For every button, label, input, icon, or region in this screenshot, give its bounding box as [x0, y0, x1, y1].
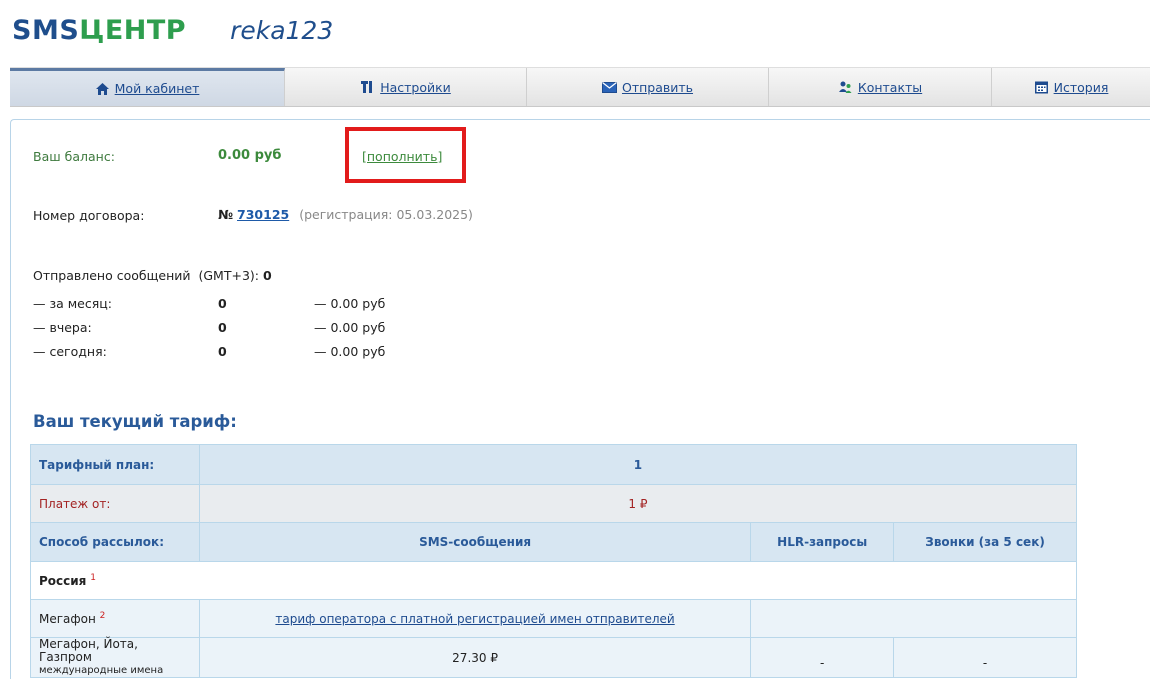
- operator1-tariff-link[interactable]: тариф оператора с платной регистрацией и…: [275, 612, 674, 626]
- col-calls-header: Звонки (за 5 сек): [893, 522, 1077, 562]
- table-row: Россия 1: [30, 561, 1077, 600]
- balance-label: Ваш баланс:: [33, 149, 115, 164]
- sent-header: Отправлено сообщений (GMT+3): 0: [33, 268, 272, 283]
- nav-send[interactable]: Отправить: [527, 68, 769, 106]
- sent-total: 0: [262, 268, 272, 283]
- operator1-link-cell: тариф оператора с платной регистрацией и…: [198, 599, 752, 638]
- nav-my-cabinet-label: Мой кабинет: [114, 81, 200, 96]
- tariff-title: Ваш текущий тариф:: [33, 412, 237, 431]
- operator2-sms-price: 27.30 ₽: [198, 637, 752, 678]
- operator2-calls-price: -: [893, 637, 1077, 678]
- nav-settings[interactable]: Настройки: [285, 68, 527, 106]
- main-nav: Мой кабинет Настройки Отправить Контакты…: [10, 67, 1150, 107]
- country-name: Россия: [39, 574, 87, 588]
- sent-yesterday-label: — вчера:: [33, 320, 92, 335]
- tools-icon: [360, 80, 375, 94]
- table-row: Способ рассылок: SMS-сообщения HLR-запро…: [30, 522, 1077, 562]
- sent-timezone: (GMT+3):: [198, 268, 259, 283]
- sent-yesterday-count: 0: [218, 320, 227, 335]
- sent-label: Отправлено сообщений: [33, 268, 191, 283]
- tariff-table: Тарифный план: 1 Платеж от: 1 ₽ Способ р…: [30, 444, 1078, 678]
- home-icon: [95, 82, 110, 96]
- logo-center: ЦЕНТР: [79, 15, 187, 46]
- sent-today-amount: — 0.00 руб: [314, 344, 386, 359]
- operator1-empty-cell: [750, 599, 1077, 638]
- nav-my-cabinet[interactable]: Мой кабинет: [10, 68, 285, 106]
- topup-link[interactable]: [пополнить]: [362, 149, 442, 164]
- sent-month-count: 0: [218, 296, 227, 311]
- sent-yesterday-amount: — 0.00 руб: [314, 320, 386, 335]
- table-row: Мегафон, Йота, Газпром международные име…: [30, 637, 1077, 678]
- operator1-name: Мегафон: [39, 612, 96, 626]
- operator2-name: Мегафон, Йота, Газпром: [39, 637, 138, 664]
- operator2-cell: Мегафон, Йота, Газпром международные име…: [30, 637, 200, 678]
- contract-number-link[interactable]: 730125: [237, 207, 289, 222]
- contract-label: Номер договора:: [33, 208, 145, 223]
- nav-contacts[interactable]: Контакты: [769, 68, 992, 106]
- country-cell: Россия 1: [30, 561, 1077, 600]
- contract-info: № 730125 (регистрация: 05.03.2025): [218, 207, 473, 222]
- table-row: Мегафон 2 тариф оператора с платной реги…: [30, 599, 1077, 638]
- sent-month-label: — за месяц:: [33, 296, 112, 311]
- sent-today-count: 0: [218, 344, 227, 359]
- people-icon: [838, 80, 853, 94]
- contract-registration: (регистрация: 05.03.2025): [299, 207, 473, 222]
- plan-label: Тарифный план:: [30, 444, 200, 485]
- plan-value: 1: [198, 444, 1078, 485]
- payment-value: 1 ₽: [198, 484, 1078, 523]
- operator1-cell: Мегафон 2: [30, 599, 200, 638]
- operator1-footnote[interactable]: 2: [100, 611, 106, 621]
- nav-history[interactable]: История: [992, 68, 1150, 106]
- table-row: Платеж от: 1 ₽: [30, 484, 1078, 523]
- nav-contacts-label: Контакты: [857, 79, 923, 95]
- table-row: Тарифный план: 1: [30, 444, 1078, 485]
- sent-month-amount: — 0.00 руб: [314, 296, 386, 311]
- site-header: SMSЦЕНТР reka123: [12, 14, 333, 48]
- col-hlr-header: HLR-запросы: [750, 522, 895, 562]
- col-sms-header: SMS-сообщения: [198, 522, 752, 562]
- logo[interactable]: SMSЦЕНТР: [12, 14, 186, 48]
- nav-send-label: Отправить: [621, 79, 694, 95]
- envelope-icon: [601, 80, 617, 94]
- sent-today-label: — сегодня:: [33, 344, 107, 359]
- nav-settings-label: Настройки: [380, 79, 451, 95]
- operator2-hlr-price: -: [750, 637, 895, 678]
- contract-no-prefix: №: [218, 207, 234, 222]
- method-label: Способ рассылок:: [30, 522, 200, 562]
- logo-sms: SMS: [12, 15, 80, 46]
- operator2-subtitle: международные имена: [39, 665, 164, 676]
- nav-history-label: История: [1053, 79, 1109, 95]
- calendar-icon: [1034, 80, 1049, 94]
- balance-value: 0.00 руб: [218, 148, 282, 163]
- payment-label: Платеж от:: [30, 484, 200, 523]
- country-footnote[interactable]: 1: [90, 573, 96, 583]
- username: reka123: [230, 16, 334, 45]
